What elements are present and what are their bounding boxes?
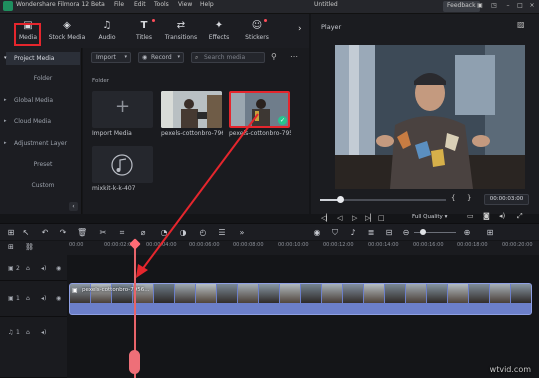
drag-arrow-annotation [136,113,259,278]
watermark: wtvid.com [489,365,531,374]
